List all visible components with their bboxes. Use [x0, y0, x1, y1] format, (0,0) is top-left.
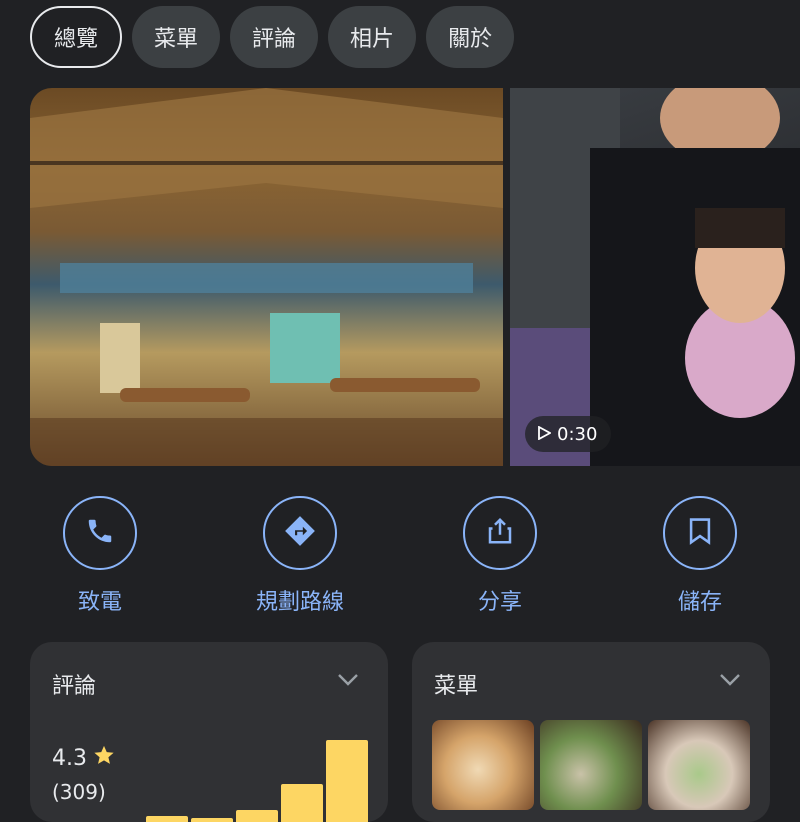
chevron-down-icon[interactable]	[336, 672, 360, 692]
save-button[interactable]: 儲存	[620, 496, 780, 616]
reviews-card-title: 評論	[52, 674, 97, 699]
review-count: (309)	[52, 780, 106, 804]
menu-card-title: 菜單	[434, 674, 479, 699]
rating-bar-1-star	[146, 816, 188, 822]
video-thumbnail[interactable]	[510, 88, 800, 466]
video-duration: 0:30	[557, 423, 598, 445]
share-button[interactable]: 分享	[420, 496, 580, 616]
bookmark-icon	[688, 517, 712, 549]
menu-photo[interactable]	[648, 720, 750, 810]
tab-about[interactable]: 關於	[426, 6, 515, 68]
rating: 4.3	[52, 744, 115, 772]
directions-button[interactable]: 規劃路線	[220, 496, 380, 616]
rating-bar-4-star	[281, 784, 323, 822]
rating-bar-3-star	[236, 810, 278, 822]
menu-photo[interactable]	[540, 720, 642, 810]
directions-label: 規劃路線	[255, 590, 344, 615]
tab-photos[interactable]: 相片	[328, 6, 417, 68]
rating-bar-2-star	[191, 818, 233, 822]
video-thumbnail-illustration	[510, 88, 800, 466]
reviews-card[interactable]: 評論 4.3 (309)	[30, 642, 388, 822]
star-icon	[93, 744, 115, 772]
rating-distribution	[146, 738, 368, 822]
play-icon	[537, 424, 552, 445]
interior-photo-illustration	[30, 88, 503, 466]
phone-icon	[85, 516, 115, 550]
share-label: 分享	[477, 590, 522, 615]
rating-bar-5-star	[326, 740, 368, 822]
chevron-down-icon[interactable]	[718, 672, 742, 692]
tab-menu[interactable]: 菜單	[132, 6, 221, 68]
video-duration-badge: 0:30	[525, 416, 612, 452]
tab-overview[interactable]: 總覽	[30, 6, 123, 68]
share-icon	[485, 516, 515, 550]
menu-photo[interactable]	[432, 720, 534, 810]
tab-bar: 總覽 菜單 評論 相片 關於	[30, 6, 515, 68]
call-label: 致電	[77, 590, 122, 615]
call-button[interactable]: 致電	[20, 496, 180, 616]
rating-value: 4.3	[52, 745, 87, 771]
restaurant-interior-photo[interactable]	[30, 88, 503, 466]
tab-reviews[interactable]: 評論	[230, 6, 319, 68]
save-label: 儲存	[677, 590, 722, 615]
directions-icon	[283, 514, 317, 552]
